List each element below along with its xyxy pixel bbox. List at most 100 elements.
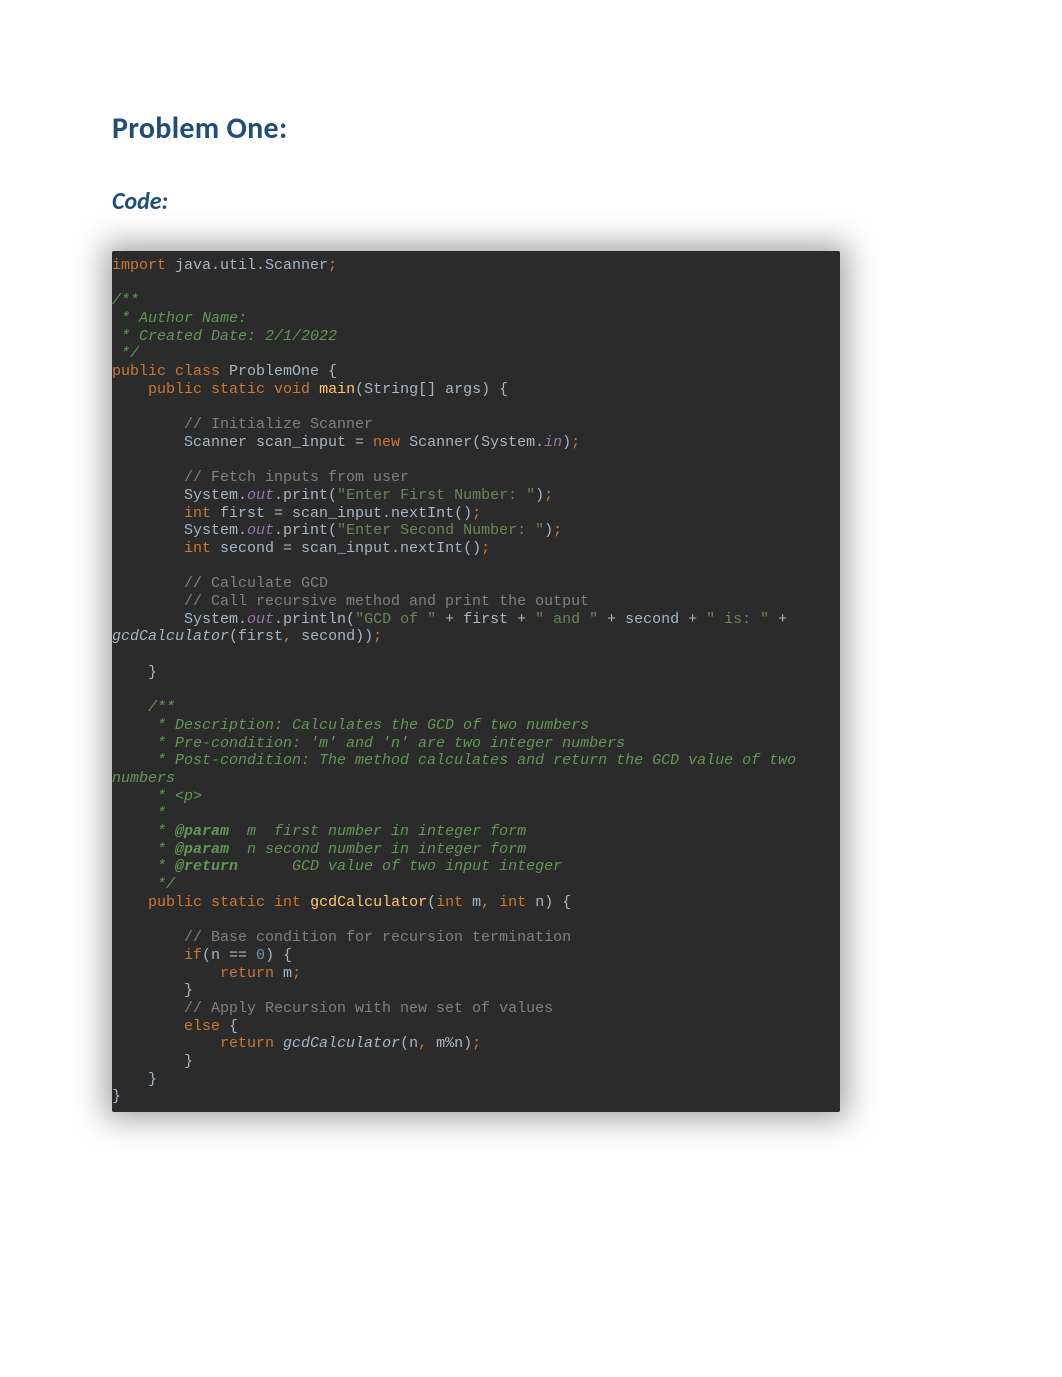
number-zero: 0	[256, 947, 265, 964]
close-brace: }	[112, 1071, 157, 1088]
doc-comment: *	[112, 858, 175, 875]
kw-class: class	[175, 363, 229, 380]
code-block: import java.util.Scanner; /** * Author N…	[112, 251, 840, 1112]
kw-public: public	[112, 363, 175, 380]
doc-comment: m first number in integer form	[238, 823, 526, 840]
doc-comment: */	[112, 345, 139, 362]
close-brace: }	[112, 982, 193, 999]
indent	[112, 1035, 220, 1052]
kw-int: int	[436, 894, 472, 911]
kw-import: import	[112, 257, 166, 274]
field-out: out	[247, 611, 274, 628]
code-heading: Code:	[112, 187, 950, 216]
main-signature: (String[] args) {	[355, 381, 508, 398]
string-literal: "GCD of "	[355, 611, 436, 628]
args: m%n)	[427, 1035, 472, 1052]
kw-static: static	[211, 381, 274, 398]
open-paren: (	[427, 894, 436, 911]
semicolon: ;	[373, 628, 382, 645]
semicolon: ;	[571, 434, 580, 451]
kw-int: int	[184, 505, 220, 522]
method-gcd: gcdCalculator	[310, 894, 427, 911]
kw-public: public	[148, 894, 211, 911]
gcd-call: gcdCalculator	[283, 1035, 400, 1052]
semicolon: ;	[472, 1035, 481, 1052]
args: (n	[400, 1035, 418, 1052]
close-brace: }	[112, 664, 157, 681]
comment: // Calculate GCD	[112, 575, 328, 592]
field-out: out	[247, 487, 274, 504]
code-content: import java.util.Scanner; /** * Author N…	[112, 257, 840, 1106]
indent	[112, 947, 184, 964]
doc-comment: * <p>	[112, 788, 202, 805]
comment: // Apply Recursion with new set of value…	[112, 1000, 553, 1017]
indent	[112, 540, 184, 557]
doc-comment: /**	[112, 699, 175, 716]
comma: ,	[481, 894, 490, 911]
println-call: System.	[112, 611, 247, 628]
return-val: m	[283, 965, 292, 982]
gcd-call: gcdCalculator	[112, 628, 229, 645]
second-decl: second = scan_input.nextInt()	[220, 540, 481, 557]
doc-comment: * Created Date: 2/1/2022	[112, 328, 337, 345]
close-paren: )	[544, 522, 553, 539]
args: second))	[292, 628, 373, 645]
close-brace: }	[112, 1053, 193, 1070]
concat: + first +	[436, 611, 535, 628]
brace: {	[229, 1018, 238, 1035]
kw-new: new	[373, 434, 409, 451]
comma: ,	[418, 1035, 427, 1052]
doc-tag-param: @param	[175, 841, 238, 858]
import-path: java.util.Scanner	[166, 257, 328, 274]
kw-int: int	[499, 894, 535, 911]
param-m: m	[472, 894, 481, 911]
indent	[112, 965, 220, 982]
if-cond: (n ==	[202, 947, 256, 964]
problem-heading: Problem One:	[112, 110, 950, 147]
first-decl: first = scan_input.nextInt()	[220, 505, 472, 522]
close-paren: )	[562, 434, 571, 451]
indent	[112, 1018, 184, 1035]
kw-static: static	[211, 894, 274, 911]
print-open: .print(	[274, 487, 337, 504]
doc-comment: numbers	[112, 770, 175, 787]
print-call: System.	[112, 522, 247, 539]
semicolon: ;	[553, 522, 562, 539]
scanner-ctor: Scanner(System.	[409, 434, 544, 451]
print-open: .print(	[274, 522, 337, 539]
doc-tag-param: @param	[175, 823, 238, 840]
param-n: n) {	[535, 894, 571, 911]
class-name: ProblemOne {	[229, 363, 337, 380]
doc-comment: /**	[112, 292, 139, 309]
kw-if: if	[184, 947, 202, 964]
field-in: in	[544, 434, 562, 451]
semicolon: ;	[472, 505, 481, 522]
kw-int: int	[184, 540, 220, 557]
doc-comment: * Pre-condition: 'm' and 'n' are two int…	[112, 735, 625, 752]
print-call: System.	[112, 487, 247, 504]
doc-comment: */	[112, 876, 175, 893]
doc-comment: n second number in integer form	[238, 841, 526, 858]
close-paren: )	[535, 487, 544, 504]
semicolon: ;	[292, 965, 301, 982]
semicolon: ;	[481, 540, 490, 557]
indent	[112, 894, 148, 911]
doc-tag-return: @return	[175, 858, 238, 875]
concat: + second +	[598, 611, 706, 628]
space	[490, 894, 499, 911]
doc-comment: * Description: Calculates the GCD of two…	[112, 717, 589, 734]
comment: // Base condition for recursion terminat…	[112, 929, 571, 946]
document-page: Problem One: Code: import java.util.Scan…	[0, 0, 1062, 1377]
method-main: main	[319, 381, 355, 398]
doc-comment: * Post-condition: The method calculates …	[112, 752, 805, 769]
doc-comment: *	[112, 805, 166, 822]
comment: // Call recursive method and print the o…	[112, 593, 589, 610]
close-brace: }	[112, 1088, 121, 1105]
comment: // Fetch inputs from user	[112, 469, 409, 486]
string-literal: "Enter First Number: "	[337, 487, 535, 504]
kw-void: void	[274, 381, 319, 398]
kw-else: else	[184, 1018, 229, 1035]
comment: // Initialize Scanner	[112, 416, 373, 433]
semicolon: ;	[328, 257, 337, 274]
println-open: .println(	[274, 611, 355, 628]
